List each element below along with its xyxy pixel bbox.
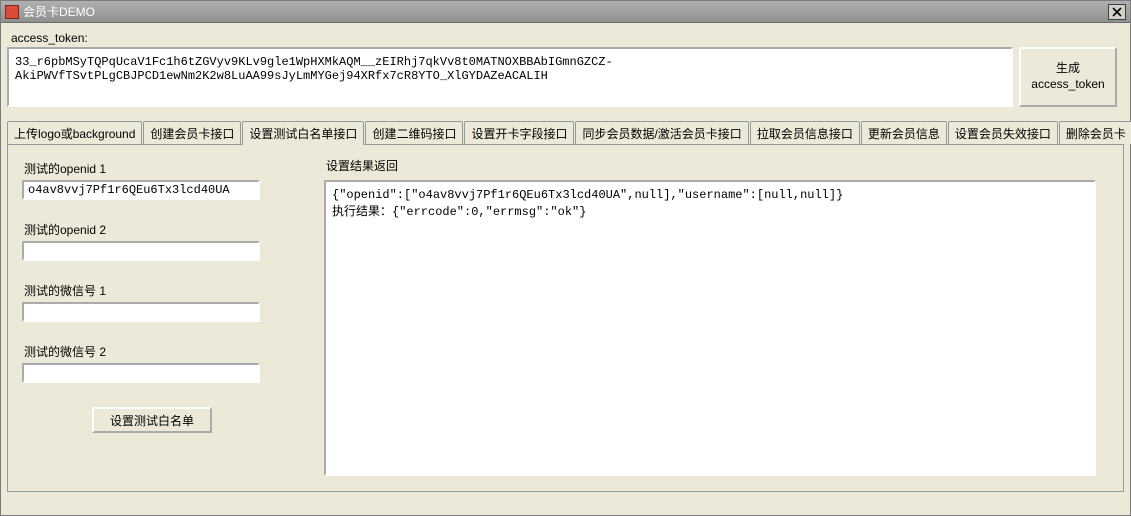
set-whitelist-button[interactable]: 设置测试白名单 <box>92 407 212 433</box>
tab-invalidate[interactable]: 设置会员失效接口 <box>948 121 1058 144</box>
tab-delete-card[interactable]: 删除会员卡 <box>1059 121 1131 144</box>
tab-update-member[interactable]: 更新会员信息 <box>861 121 947 144</box>
tab-set-whitelist[interactable]: 设置测试白名单接口 <box>242 121 364 145</box>
result-area: 设置结果返回 <box>324 157 1113 479</box>
tab-upload-logo[interactable]: 上传logo或background <box>7 121 142 144</box>
close-icon <box>1112 7 1122 17</box>
wechat1-label: 测试的微信号 1 <box>24 282 312 299</box>
tab-create-card[interactable]: 创建会员卡接口 <box>143 121 241 144</box>
form-left: 测试的openid 1 测试的openid 2 测试的微信号 1 测试的微信号 … <box>22 157 312 433</box>
close-button[interactable] <box>1108 4 1126 20</box>
app-icon <box>5 5 19 19</box>
main-window: 会员卡DEMO access_token: 生成 access_token 上传… <box>0 0 1131 516</box>
generate-token-button[interactable]: 生成 access_token <box>1019 47 1117 107</box>
access-token-row: 生成 access_token <box>7 47 1124 107</box>
openid1-label: 测试的openid 1 <box>24 160 312 177</box>
wechat1-input[interactable] <box>22 302 260 322</box>
openid2-input[interactable] <box>22 241 260 261</box>
wechat2-label: 测试的微信号 2 <box>24 343 312 360</box>
wechat2-input[interactable] <box>22 363 260 383</box>
openid1-input[interactable] <box>22 180 260 200</box>
access-token-label: access_token: <box>11 31 1124 45</box>
tab-fetch-member[interactable]: 拉取会员信息接口 <box>750 121 860 144</box>
titlebar: 会员卡DEMO <box>1 1 1130 23</box>
tab-create-qrcode[interactable]: 创建二维码接口 <box>365 121 463 144</box>
tab-sync-activate[interactable]: 同步会员数据/激活会员卡接口 <box>575 121 748 144</box>
openid2-label: 测试的openid 2 <box>24 221 312 238</box>
window-title: 会员卡DEMO <box>23 3 1108 20</box>
client-area: access_token: 生成 access_token 上传logo或bac… <box>1 23 1130 496</box>
tab-set-card-fields[interactable]: 设置开卡字段接口 <box>464 121 574 144</box>
tab-strip: 上传logo或background 创建会员卡接口 设置测试白名单接口 创建二维… <box>7 121 1124 144</box>
result-label: 设置结果返回 <box>326 157 1113 174</box>
tab-page: 测试的openid 1 测试的openid 2 测试的微信号 1 测试的微信号 … <box>7 144 1124 492</box>
result-output[interactable] <box>324 180 1096 476</box>
access-token-input[interactable] <box>7 47 1013 107</box>
